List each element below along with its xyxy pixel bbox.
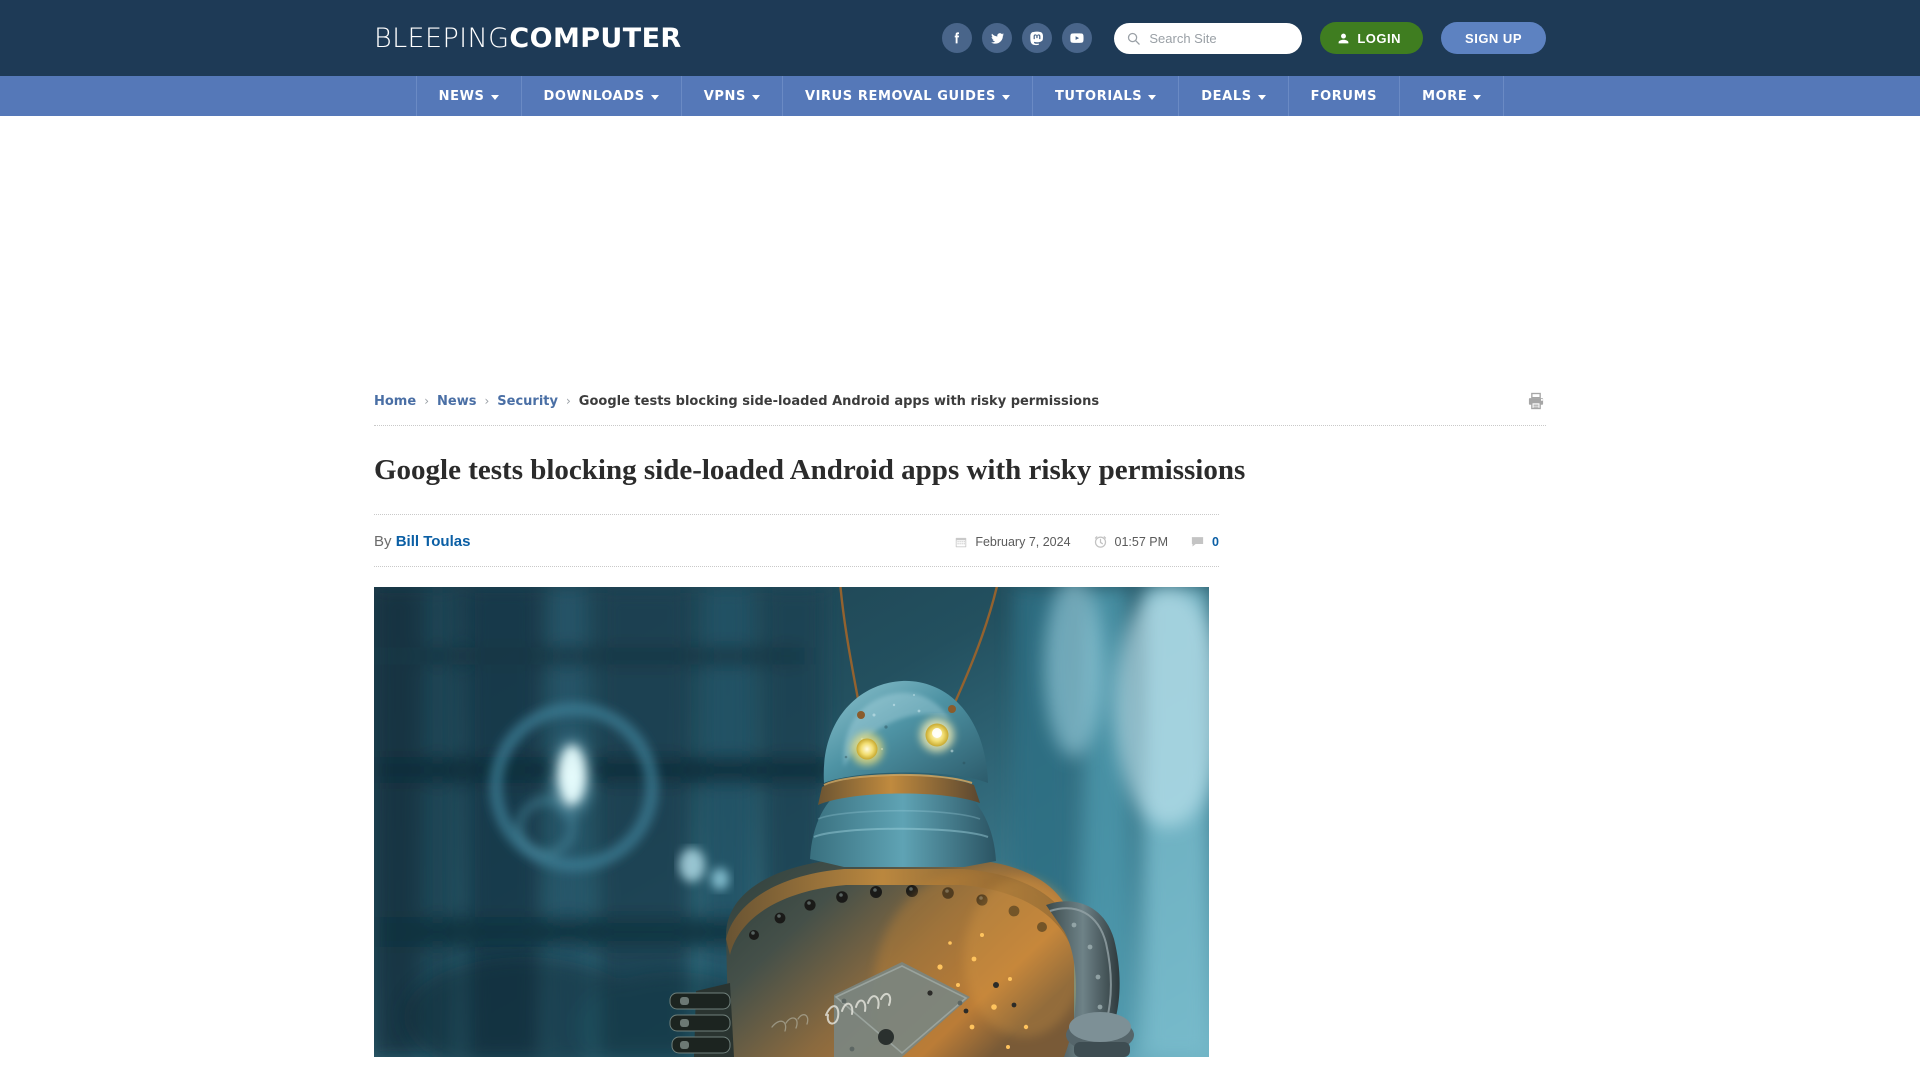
signup-button[interactable]: SIGN UP — [1441, 22, 1546, 54]
nav-item-deals[interactable]: DEALS — [1178, 76, 1287, 116]
search-input[interactable] — [1149, 30, 1293, 46]
social-links — [942, 23, 1093, 53]
breadcrumb-separator: › — [565, 394, 571, 408]
advertisement-slot — [0, 116, 1920, 391]
nav-label: DOWNLOADS — [543, 88, 645, 104]
logo-text-bleeping: BLEEPING — [374, 22, 510, 54]
page-container: Home › News › Security › Google tests bl… — [374, 391, 1546, 1058]
breadcrumb-separator: › — [484, 394, 490, 408]
nav-item-more[interactable]: MORE — [1399, 76, 1505, 116]
nav-items: NEWS DOWNLOADS VPNS VIRUS REMOVAL GUIDES… — [415, 76, 1505, 116]
nav-label: DEALS — [1201, 88, 1252, 104]
site-logo[interactable]: BLEEPINGCOMPUTER — [374, 25, 682, 52]
nav-item-downloads[interactable]: DOWNLOADS — [520, 76, 681, 116]
comment-icon — [1191, 537, 1204, 547]
search-box[interactable] — [1114, 22, 1303, 54]
facebook-icon[interactable] — [942, 23, 973, 53]
chevron-down-icon — [490, 94, 499, 100]
nav-label: FORUMS — [1310, 88, 1378, 104]
page-title: Google tests blocking side-loaded Androi… — [374, 454, 1246, 486]
nav-item-forums[interactable]: FORUMS — [1287, 76, 1399, 116]
mastodon-icon[interactable] — [1022, 23, 1053, 53]
comment-count: 0 — [1212, 534, 1219, 549]
chevron-down-icon — [650, 94, 659, 100]
article-meta: February 7, 2024 01:57 PM 0 — [954, 534, 1219, 549]
author-link[interactable]: Bill Toulas — [396, 533, 471, 550]
breadcrumb-item-home[interactable]: Home — [374, 394, 416, 409]
breadcrumb-separator: › — [424, 394, 429, 408]
login-button-label: LOGIN — [1357, 30, 1402, 46]
byline-divider — [374, 566, 1219, 568]
login-button[interactable]: LOGIN — [1320, 22, 1424, 54]
chevron-down-icon — [1001, 94, 1010, 100]
publish-date-label: February 7, 2024 — [975, 534, 1071, 549]
user-icon — [1338, 33, 1349, 43]
clock-icon — [1094, 536, 1106, 548]
nav-item-virus-removal-guides[interactable]: VIRUS REMOVAL GUIDES — [781, 76, 1032, 116]
nav-item-news[interactable]: NEWS — [415, 76, 521, 116]
youtube-icon[interactable] — [1062, 23, 1093, 53]
twitter-icon[interactable] — [982, 23, 1013, 53]
nav-label: VPNS — [703, 88, 746, 104]
comments-link[interactable]: 0 — [1190, 534, 1219, 549]
header-inner: BLEEPINGCOMPUTER Search Site LOGIN SIGN … — [374, 0, 1546, 76]
breadcrumb-row: Home › News › Security › Google tests bl… — [374, 391, 1546, 425]
chevron-down-icon — [1257, 94, 1266, 100]
article-byline: By Bill Toulas — [374, 533, 470, 550]
breadcrumb-item-security[interactable]: Security — [497, 394, 558, 409]
nav-label: VIRUS REMOVAL GUIDES — [804, 88, 996, 104]
breadcrumb-item-news[interactable]: News — [437, 394, 476, 409]
breadcrumb: Home › News › Security › Google tests bl… — [374, 394, 1099, 409]
print-icon[interactable] — [1526, 391, 1546, 411]
calendar-icon — [956, 537, 967, 547]
nav-item-vpns[interactable]: VPNS — [680, 76, 782, 116]
nav-label: NEWS — [438, 88, 485, 104]
chevron-down-icon — [751, 94, 760, 100]
hero-illustration — [374, 587, 1209, 1058]
chevron-down-icon — [1148, 94, 1157, 100]
nav-label: TUTORIALS — [1054, 88, 1143, 104]
publish-time: 01:57 PM — [1093, 534, 1169, 549]
site-header: BLEEPINGCOMPUTER Search Site LOGIN SIGN … — [0, 0, 1920, 76]
header-right-group: LOGIN SIGN UP — [942, 22, 1546, 54]
article-column: Home › News › Security › Google tests bl… — [374, 391, 1546, 1058]
nav-item-tutorials[interactable]: TUTORIALS — [1031, 76, 1178, 116]
publish-time-label: 01:57 PM — [1114, 534, 1169, 549]
signup-button-label: SIGN UP — [1465, 30, 1522, 46]
by-label: By — [374, 533, 392, 551]
publish-date: February 7, 2024 — [954, 534, 1071, 549]
byline-row: By Bill Toulas February 7, 2024 01:57 PM… — [374, 515, 1219, 566]
article-hero-image[interactable] — [374, 587, 1209, 1058]
nav-label: MORE — [1422, 88, 1468, 104]
search-icon — [1128, 32, 1141, 45]
logo-text-computer: COMPUTER — [509, 22, 682, 54]
main-navigation: NEWS DOWNLOADS VPNS VIRUS REMOVAL GUIDES… — [0, 76, 1920, 116]
breadcrumb-item-current: Google tests blocking side-loaded Androi… — [578, 393, 1100, 409]
chevron-down-icon — [1473, 94, 1482, 100]
